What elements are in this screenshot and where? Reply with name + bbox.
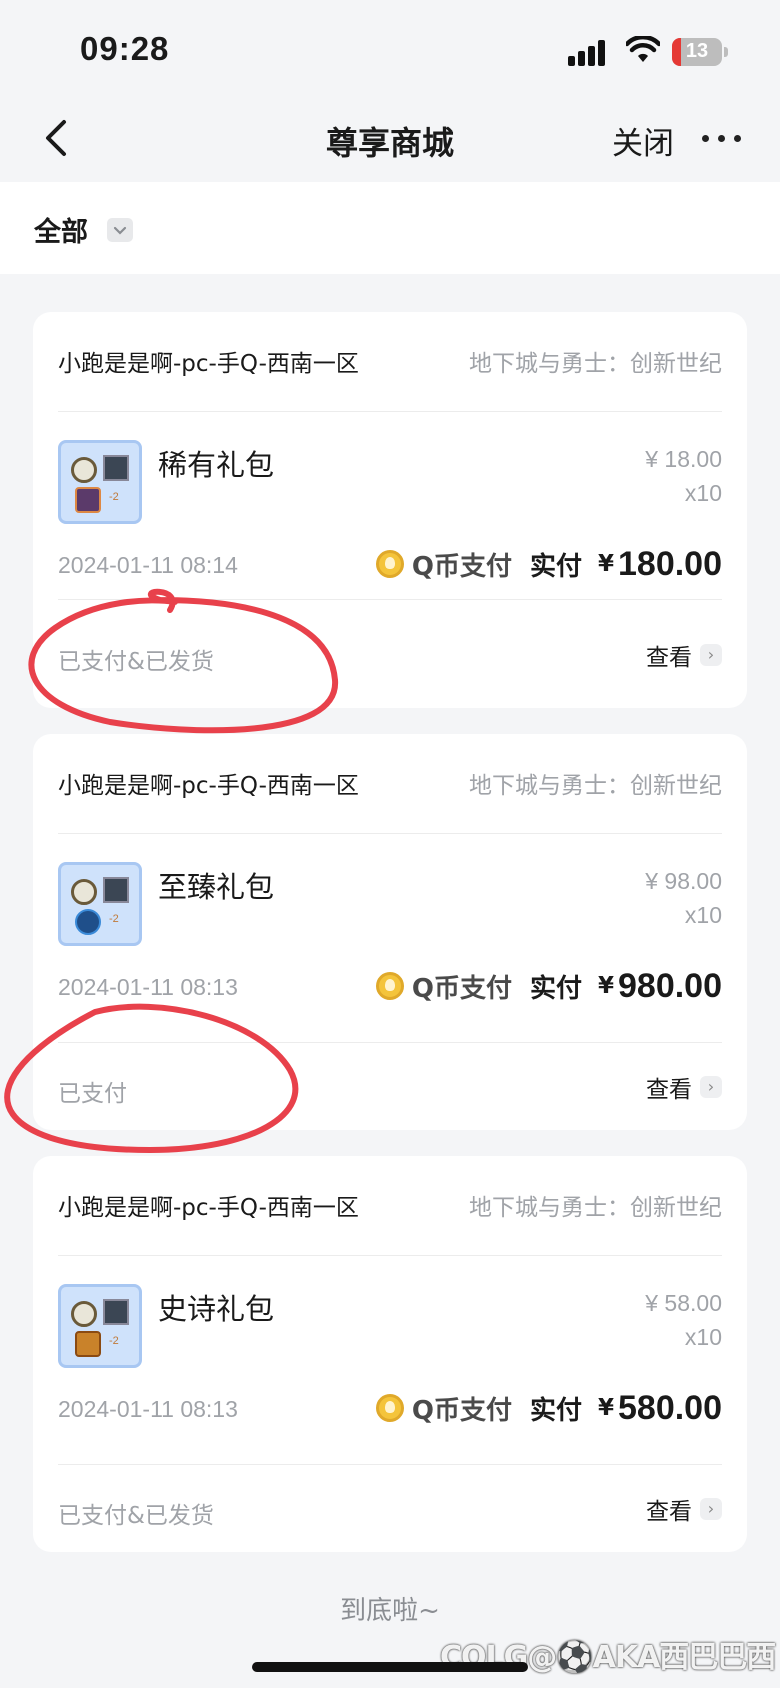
gift-pack-image: -2 — [58, 862, 142, 946]
order-card: 小跑是是啊-pc-手Q-西南一区 地下城与勇士：创新世纪 -2 至臻礼包 ¥ 9… — [33, 734, 747, 1130]
payment-summary: Q币支付 实付 ¥ 180.00 — [375, 544, 722, 584]
status-bar: 09:28 13 — [0, 0, 780, 100]
battery-tip — [724, 47, 728, 57]
paid-amount: 980.00 — [618, 966, 722, 1005]
battery-icon: 13 — [672, 38, 722, 66]
status-time: 09:28 — [80, 30, 170, 67]
qcoin-icon — [375, 550, 404, 578]
nav-bar: 尊享商城 关闭 — [0, 100, 780, 182]
cellular-signal-icon — [568, 40, 608, 66]
order-time: 2024-01-11 08:13 — [58, 974, 238, 1000]
payment-summary: Q币支付 实付 ¥ 580.00 — [375, 1388, 722, 1428]
view-button[interactable]: 查看 › — [646, 638, 722, 672]
divider — [58, 833, 722, 834]
order-game: 地下城与勇士：创新世纪 — [469, 773, 722, 799]
pay-method: Q币支付 — [411, 551, 512, 582]
item-name: 稀有礼包 — [158, 448, 275, 482]
paid-amount: 180.00 — [618, 544, 722, 583]
currency-symbol: ¥ — [597, 551, 614, 577]
pay-method: Q币支付 — [411, 1395, 512, 1426]
item-name: 至臻礼包 — [158, 870, 275, 904]
order-shop: 小跑是是啊-pc-手Q-西南一区 — [58, 1195, 359, 1221]
view-label: 查看 — [646, 1077, 692, 1103]
paid-amount: 580.00 — [618, 1388, 722, 1427]
chevron-right-icon: › — [700, 1498, 722, 1520]
gift-pack-image: -2 — [58, 440, 142, 524]
unit-price: ¥ 58.00 — [645, 1290, 722, 1316]
quantity: x10 — [684, 902, 722, 928]
more-options-button[interactable] — [702, 120, 744, 156]
order-status: 已支付&已发货 — [58, 1503, 214, 1529]
divider — [58, 1464, 722, 1465]
chevron-down-icon[interactable] — [107, 218, 133, 242]
divider — [58, 411, 722, 412]
payment-summary: Q币支付 实付 ¥ 980.00 — [375, 966, 722, 1006]
order-time: 2024-01-11 08:13 — [58, 1396, 238, 1422]
order-card: 小跑是是啊-pc-手Q-西南一区 地下城与勇士：创新世纪 -2 史诗礼包 ¥ 5… — [33, 1156, 747, 1552]
gift-pack-image: -2 — [58, 1284, 142, 1368]
filter-dropdown[interactable]: 全部 — [34, 210, 88, 249]
unit-price: ¥ 98.00 — [645, 868, 722, 894]
close-button[interactable]: 关闭 — [612, 118, 674, 163]
pay-method: Q币支付 — [411, 973, 512, 1004]
item-name: 史诗礼包 — [158, 1292, 275, 1326]
home-indicator — [252, 1662, 528, 1672]
divider — [58, 599, 722, 600]
unit-price: ¥ 18.00 — [645, 446, 722, 472]
view-label: 查看 — [646, 645, 692, 671]
view-label: 查看 — [646, 1499, 692, 1525]
divider — [58, 1042, 722, 1043]
qcoin-icon — [375, 972, 404, 1000]
wifi-icon — [626, 36, 660, 62]
order-game: 地下城与勇士：创新世纪 — [469, 351, 722, 377]
order-status: 已支付 — [58, 1081, 127, 1107]
order-shop: 小跑是是啊-pc-手Q-西南一区 — [58, 773, 359, 799]
currency-symbol: ¥ — [597, 1395, 614, 1421]
view-button[interactable]: 查看 › — [646, 1492, 722, 1526]
chevron-right-icon: › — [700, 1076, 722, 1098]
view-button[interactable]: 查看 › — [646, 1070, 722, 1104]
paid-label: 实付 — [529, 551, 582, 582]
order-status: 已支付&已发货 — [58, 649, 214, 675]
order-card: 小跑是是啊-pc-手Q-西南一区 地下城与勇士：创新世纪 -2 稀有礼包 ¥ 1… — [33, 312, 747, 708]
battery-level: 13 — [685, 40, 709, 62]
currency-symbol: ¥ — [597, 973, 614, 999]
more-dots-icon — [702, 135, 709, 142]
order-game: 地下城与勇士：创新世纪 — [469, 1195, 722, 1221]
end-of-list-text: 到底啦~ — [340, 1596, 440, 1626]
divider — [58, 1255, 722, 1256]
order-shop: 小跑是是啊-pc-手Q-西南一区 — [58, 351, 359, 377]
paid-label: 实付 — [529, 1395, 582, 1426]
qcoin-icon — [375, 1394, 404, 1422]
chevron-right-icon: › — [700, 644, 722, 666]
order-time: 2024-01-11 08:14 — [58, 552, 238, 578]
quantity: x10 — [684, 1324, 722, 1350]
quantity: x10 — [684, 480, 722, 506]
paid-label: 实付 — [529, 973, 582, 1004]
